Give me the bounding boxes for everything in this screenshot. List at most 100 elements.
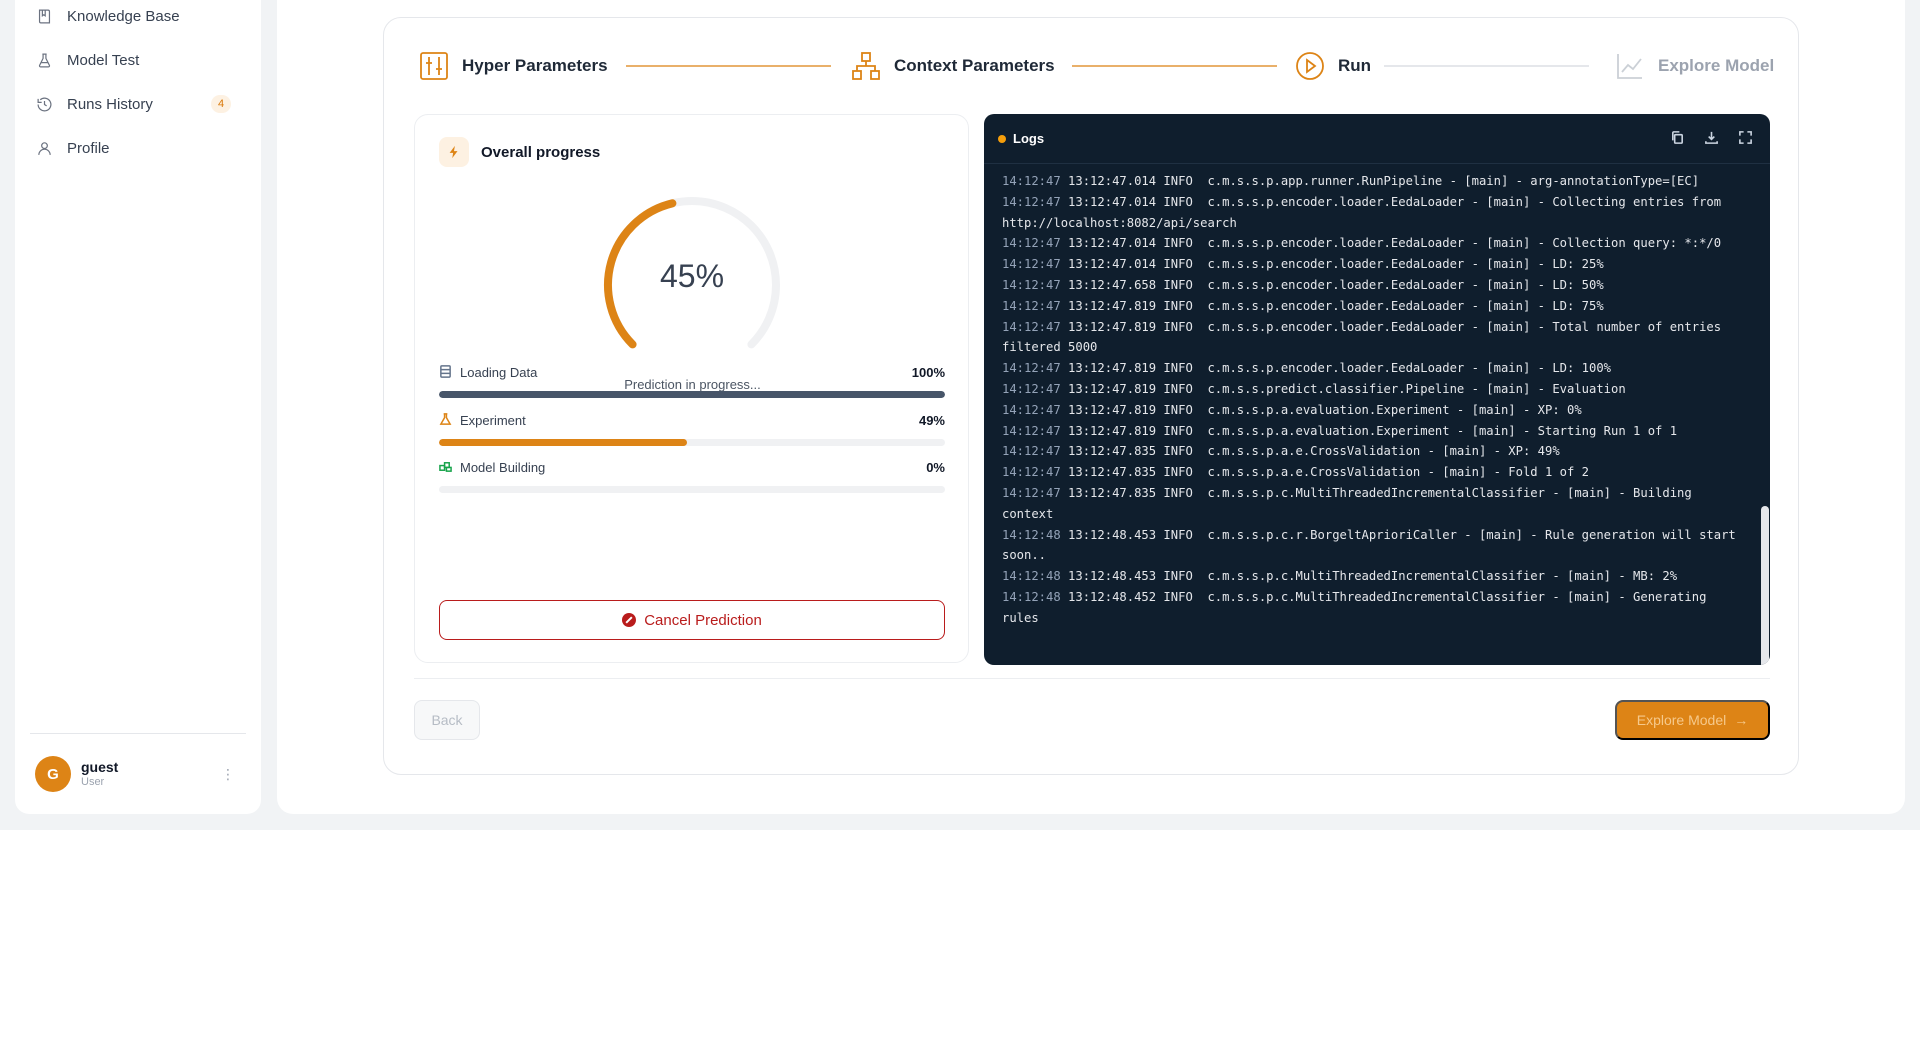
step-hyper-parameters[interactable]: Hyper Parameters: [418, 48, 608, 84]
log-line: 14:12:47 13:12:47.819 INFO c.m.s.s.predi…: [1002, 379, 1747, 400]
sidebar-item-runs-history[interactable]: Runs History 4: [35, 88, 241, 120]
line-chart-icon: [1614, 50, 1646, 82]
step-run[interactable]: Run: [1294, 48, 1371, 84]
fullscreen-icon[interactable]: [1738, 130, 1754, 146]
log-timestamp: 14:12:47: [1002, 257, 1069, 272]
log-line: 14:12:47 13:12:47.819 INFO c.m.s.s.p.a.e…: [1002, 400, 1747, 421]
user-profile[interactable]: G guest User ⋮: [35, 756, 241, 792]
log-timestamp: 14:12:48: [1002, 527, 1069, 542]
more-vertical-icon[interactable]: ⋮: [221, 766, 235, 783]
logs-panel: Logs 14:12:47 13:12:47.014 INFO c.m.s.s.…: [984, 114, 1770, 665]
step-label: Explore Model: [1658, 56, 1775, 75]
log-timestamp: 14:12:47: [1002, 236, 1069, 251]
log-message: 13:12:47.014 INFO c.m.s.s.p.app.runner.R…: [1068, 174, 1700, 188]
sliders-icon: [418, 50, 450, 82]
log-timestamp: 14:12:47: [1002, 402, 1069, 417]
sidebar-divider: [30, 733, 246, 734]
sidebar-item-label: Model Test: [67, 51, 140, 69]
log-timestamp: 14:12:47: [1002, 319, 1069, 334]
log-message: 13:12:47.835 INFO c.m.s.s.p.c.MultiThrea…: [1002, 485, 1700, 521]
book-icon: [35, 7, 53, 25]
log-message: 13:12:47.835 INFO c.m.s.s.p.a.e.CrossVal…: [1068, 465, 1590, 480]
database-icon: [439, 365, 453, 379]
step-context-parameters[interactable]: Context Parameters: [850, 48, 1055, 84]
sidebar-item-label: Profile: [67, 139, 110, 157]
avatar: G: [35, 756, 71, 792]
log-line: 14:12:47 13:12:47.014 INFO c.m.s.s.p.enc…: [1002, 254, 1747, 275]
task-percent: 49%: [918, 412, 945, 428]
copy-icon[interactable]: [1670, 130, 1686, 146]
step-label: Context Parameters: [894, 56, 1055, 75]
task-percent: 0%: [926, 459, 945, 475]
sidebar-item-profile[interactable]: Profile: [35, 132, 241, 164]
log-timestamp: 14:12:47: [1002, 194, 1069, 209]
log-timestamp: 14:12:47: [1002, 485, 1069, 500]
cancel-icon: [622, 613, 637, 627]
log-timestamp: 14:12:48: [1002, 569, 1069, 584]
log-message: 13:12:47.819 INFO c.m.s.s.p.encoder.load…: [1002, 319, 1729, 355]
progress-title: Overall progress: [481, 143, 601, 161]
task-experiment: Experiment 49%: [439, 411, 945, 446]
log-line: 14:12:47 13:12:47.014 INFO c.m.s.s.p.enc…: [1002, 192, 1747, 234]
log-message: 13:12:47.819 INFO c.m.s.s.p.a.evaluation…: [1068, 402, 1582, 417]
log-line: 14:12:47 13:12:47.835 INFO c.m.s.s.p.a.e…: [1002, 441, 1747, 462]
task-model-building: Model Building 0%: [439, 458, 945, 493]
log-line: 14:12:48 13:12:48.453 INFO c.m.s.s.p.c.r…: [1002, 525, 1747, 567]
user-icon: [35, 139, 53, 157]
log-line: 14:12:48 13:12:48.452 INFO c.m.s.s.p.c.M…: [1002, 587, 1747, 629]
sidebar-item-knowledge-base[interactable]: Knowledge Base: [35, 0, 241, 32]
step-explore-model[interactable]: Explore Model: [1614, 48, 1774, 84]
log-message: 13:12:47.835 INFO c.m.s.s.p.a.e.CrossVal…: [1068, 444, 1560, 459]
hierarchy-icon: [850, 50, 882, 82]
task-percent: 100%: [911, 364, 945, 380]
log-timestamp: 14:12:47: [1002, 381, 1069, 396]
log-line: 14:12:47 13:12:47.819 INFO c.m.s.s.p.enc…: [1002, 296, 1747, 317]
play-circle-icon: [1294, 50, 1326, 82]
cancel-prediction-button[interactable]: Cancel Prediction: [439, 600, 945, 640]
log-message: 13:12:47.819 INFO c.m.s.s.predict.classi…: [1068, 381, 1626, 396]
cancel-label: Cancel Prediction: [644, 611, 762, 629]
blocks-icon: [439, 460, 453, 474]
explore-model-button[interactable]: Explore Model →: [1615, 700, 1770, 740]
log-timestamp: 14:12:48: [1002, 589, 1069, 604]
task-label: Loading Data: [460, 364, 538, 380]
log-output[interactable]: 14:12:47 13:12:47.014 INFO c.m.s.s.p.app…: [1002, 171, 1747, 629]
wizard-card: Hyper Parameters Context Parameters Run …: [383, 17, 1799, 775]
task-label: Model Building: [460, 459, 546, 475]
log-message: 13:12:47.014 INFO c.m.s.s.p.encoder.load…: [1068, 257, 1604, 272]
logs-scrollbar[interactable]: [1760, 164, 1770, 665]
download-icon[interactable]: [1704, 130, 1720, 146]
log-message: 13:12:47.819 INFO c.m.s.s.p.encoder.load…: [1068, 298, 1604, 313]
sidebar-item-model-test[interactable]: Model Test: [35, 44, 241, 76]
live-indicator: [998, 134, 1006, 143]
log-message: 13:12:47.658 INFO c.m.s.s.p.encoder.load…: [1068, 277, 1604, 292]
log-timestamp: 14:12:47: [1002, 444, 1069, 459]
log-message: 13:12:48.452 INFO c.m.s.s.p.c.MultiThrea…: [1002, 589, 1714, 625]
user-role: User: [81, 776, 105, 788]
card-divider: [414, 678, 1770, 679]
task-progress-fill: [439, 391, 945, 398]
log-message: 13:12:48.453 INFO c.m.s.s.p.c.MultiThrea…: [1068, 569, 1678, 584]
step-label: Run: [1338, 56, 1372, 75]
log-line: 14:12:47 13:12:47.819 INFO c.m.s.s.p.enc…: [1002, 358, 1747, 379]
logs-scroll-thumb[interactable]: [1761, 506, 1769, 665]
log-line: 14:12:47 13:12:47.014 INFO c.m.s.s.p.app…: [1002, 171, 1747, 192]
log-line: 14:12:47 13:12:47.835 INFO c.m.s.s.p.a.e…: [1002, 462, 1747, 483]
bolt-icon: [439, 137, 469, 167]
step-connector: [1384, 65, 1589, 67]
step-connector: [626, 65, 831, 67]
log-timestamp: 14:12:47: [1002, 423, 1069, 438]
progress-panel: Overall progress 45% Prediction in progr…: [414, 114, 969, 663]
task-progress-bar: [439, 439, 945, 446]
sidebar: Knowledge Base Model Test Runs History 4…: [15, 0, 261, 814]
log-timestamp: 14:12:47: [1002, 277, 1069, 292]
user-name: guest: [81, 759, 119, 775]
progress-percent: 45%: [659, 258, 725, 294]
explore-label: Explore Model: [1636, 712, 1727, 728]
log-message: 13:12:47.014 INFO c.m.s.s.p.encoder.load…: [1002, 194, 1729, 230]
main-panel: Hyper Parameters Context Parameters Run …: [277, 0, 1905, 814]
logs-title: Logs: [1013, 131, 1045, 146]
log-message: 13:12:47.819 INFO c.m.s.s.p.encoder.load…: [1068, 361, 1612, 376]
log-line: 14:12:47 13:12:47.819 INFO c.m.s.s.p.a.e…: [1002, 421, 1747, 442]
back-button[interactable]: Back: [414, 700, 480, 740]
